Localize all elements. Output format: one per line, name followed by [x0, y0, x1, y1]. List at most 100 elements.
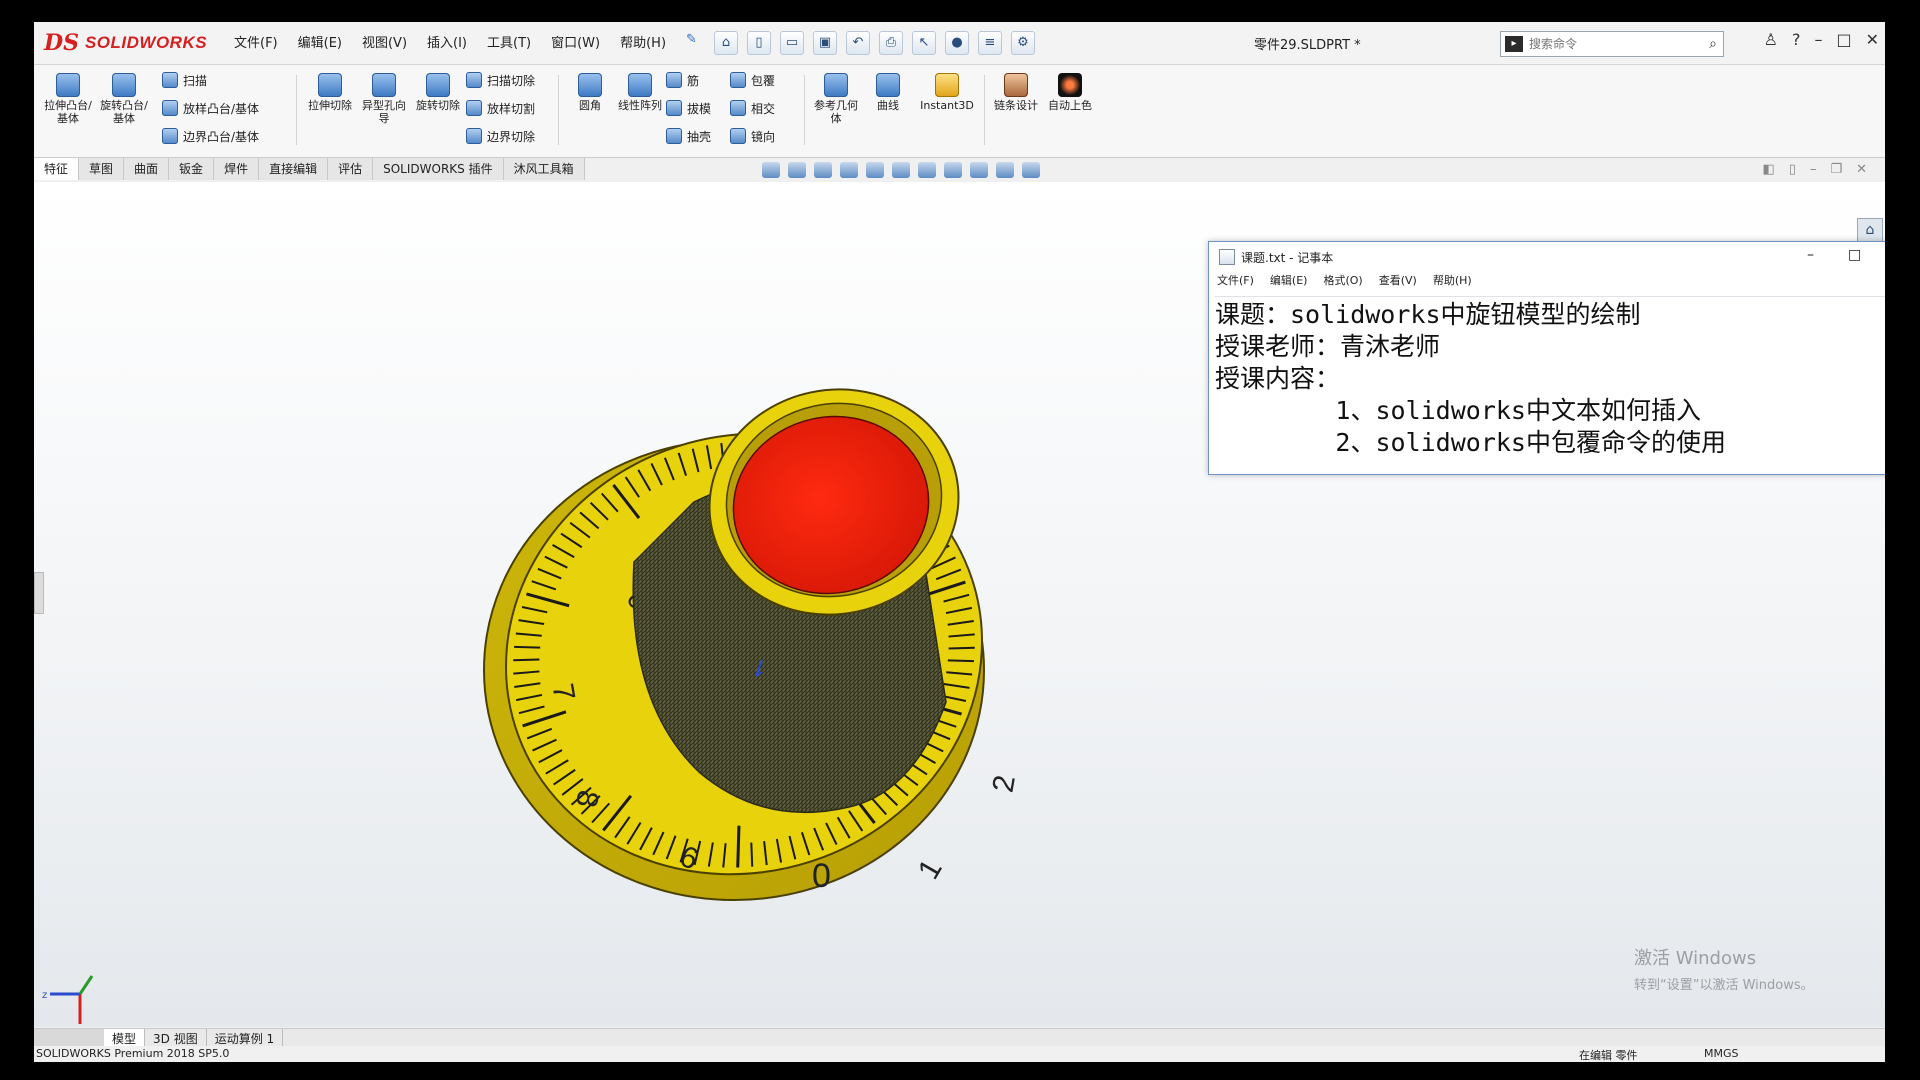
- tab-evaluate[interactable]: 评估: [328, 158, 374, 180]
- menu-edit[interactable]: 编辑(E): [298, 32, 342, 51]
- pane-icon[interactable]: ▯: [1789, 162, 1796, 177]
- reference-geometry-button[interactable]: 参考几何体: [810, 73, 862, 125]
- sweep-button[interactable]: 扫描: [162, 69, 207, 91]
- search-icon[interactable]: ⌕: [1709, 36, 1717, 52]
- chain-design-button[interactable]: 链条设计: [990, 73, 1042, 112]
- view-settings-icon[interactable]: [1022, 162, 1040, 178]
- linear-pattern-button[interactable]: 线性阵列: [614, 73, 666, 112]
- tab-weldments[interactable]: 焊件: [214, 158, 260, 180]
- notepad-text-area[interactable]: 课题：solidworks中旋钮模型的绘制 授课老师：青沐老师 授课内容： 1、…: [1215, 296, 1885, 468]
- undo-icon[interactable]: ↶: [846, 31, 870, 55]
- file-properties-icon[interactable]: ≡: [978, 31, 1002, 55]
- display-style-icon[interactable]: [918, 162, 936, 178]
- menu-tools[interactable]: 工具(T): [487, 32, 531, 51]
- mirror-button[interactable]: 镜向: [730, 125, 775, 147]
- search-input[interactable]: [1527, 36, 1671, 52]
- feature-tree-collapse-handle[interactable]: [34, 572, 44, 614]
- notepad-maximize-icon[interactable]: □: [1848, 247, 1861, 263]
- notepad-menu-format[interactable]: 格式(O): [1323, 272, 1362, 290]
- tab-sheet-metal[interactable]: 钣金: [169, 158, 215, 180]
- minimize-icon[interactable]: –: [1814, 30, 1822, 49]
- open-folder-icon[interactable]: ▭: [780, 31, 804, 55]
- knob-3d-model[interactable]: 0 1 2 6 7 8 6: [394, 302, 1114, 922]
- menu-window[interactable]: 窗口(W): [551, 32, 600, 51]
- user-icon[interactable]: ♙: [1764, 30, 1778, 49]
- save-icon[interactable]: ▣: [813, 31, 837, 55]
- maximize-icon[interactable]: □: [1836, 30, 1851, 49]
- hole-wizard-button[interactable]: 异型孔向导: [358, 73, 410, 125]
- previous-view-icon[interactable]: [814, 162, 832, 178]
- shell-button[interactable]: 抽壳: [666, 125, 711, 147]
- extrude-boss-button[interactable]: 拉伸凸台/基体: [42, 73, 94, 125]
- notepad-title-bar[interactable]: 课题.txt - 记事本 – □ ✕: [1209, 242, 1885, 272]
- notepad-menu-help[interactable]: 帮助(H): [1433, 272, 1472, 290]
- revolve-boss-button[interactable]: 旋转凸台/基体: [98, 73, 150, 125]
- view-orientation-icon[interactable]: [892, 162, 910, 178]
- zoom-to-fit-icon[interactable]: [762, 162, 780, 178]
- rib-button[interactable]: 筋: [666, 69, 699, 91]
- revolve-cut-button[interactable]: 旋转切除: [412, 73, 464, 112]
- tab-surfaces[interactable]: 曲面: [124, 158, 170, 180]
- zoom-to-area-icon[interactable]: [788, 162, 806, 178]
- section-view-icon[interactable]: [840, 162, 858, 178]
- extrude-cut-button[interactable]: 拉伸切除: [304, 73, 356, 112]
- tab-sketch[interactable]: 草图: [79, 158, 125, 180]
- apply-scene-icon[interactable]: [996, 162, 1014, 178]
- boundary-boss-button[interactable]: 边界凸台/基体: [162, 125, 259, 147]
- edit-appearance-icon[interactable]: [970, 162, 988, 178]
- intersect-button[interactable]: 相交: [730, 97, 775, 119]
- new-document-icon[interactable]: ▯: [747, 31, 771, 55]
- auto-color-button[interactable]: 自动上色: [1044, 73, 1096, 112]
- shell-icon: [666, 128, 682, 144]
- menu-insert[interactable]: 插入(I): [427, 32, 467, 51]
- draft-button[interactable]: 拔模: [666, 97, 711, 119]
- home-icon[interactable]: ⌂: [714, 31, 738, 55]
- hide-show-items-icon[interactable]: [944, 162, 962, 178]
- rebuild-icon[interactable]: ●: [945, 31, 969, 55]
- select-cursor-icon[interactable]: ↖: [912, 31, 936, 55]
- tab-mufeng-toolbox[interactable]: 沐风工具箱: [503, 158, 585, 180]
- task-pane-home-icon[interactable]: ⌂: [1857, 218, 1883, 242]
- help-icon[interactable]: ?: [1792, 30, 1801, 49]
- sweep-cut-button[interactable]: 扫描切除: [466, 69, 535, 91]
- tab-3d-view[interactable]: 3D 视图: [145, 1029, 207, 1047]
- notepad-window[interactable]: 课题.txt - 记事本 – □ ✕ 文件(F) 编辑(E) 格式(O) 查看(…: [1208, 241, 1885, 475]
- pin-icon[interactable]: ✎: [686, 32, 697, 51]
- logo-ds: DS: [44, 30, 79, 56]
- menu-view[interactable]: 视图(V): [362, 32, 407, 51]
- viewport-minimize-icon[interactable]: –: [1810, 162, 1817, 177]
- tab-solidworks-addins[interactable]: SOLIDWORKS 插件: [373, 158, 504, 180]
- loft-cut-button[interactable]: 放样切割: [466, 97, 535, 119]
- search-commands-box[interactable]: ▸ ⌕: [1500, 31, 1724, 57]
- notepad-menu-edit[interactable]: 编辑(E): [1270, 272, 1308, 290]
- instant3d-label: Instant3D: [920, 99, 974, 112]
- notepad-menu-view[interactable]: 查看(V): [1379, 272, 1417, 290]
- status-units[interactable]: MMGS: [1704, 1047, 1739, 1060]
- tab-model[interactable]: 模型: [104, 1029, 146, 1047]
- solidworks-logo[interactable]: DS SOLIDWORKS: [44, 26, 207, 60]
- tab-features[interactable]: 特征: [34, 158, 80, 180]
- notepad-menu-file[interactable]: 文件(F): [1217, 272, 1254, 290]
- tab-motion-study[interactable]: 运动算例 1: [207, 1029, 284, 1047]
- close-icon[interactable]: ✕: [1866, 30, 1879, 49]
- document-title: 零件29.SLDPRT *: [1254, 38, 1361, 53]
- auto-color-icon: [1058, 73, 1082, 97]
- print-icon[interactable]: ⎙: [879, 31, 903, 55]
- notepad-minimize-icon[interactable]: –: [1807, 247, 1814, 263]
- dynamic-annotation-icon[interactable]: [866, 162, 884, 178]
- fillet-button[interactable]: 圆角: [564, 73, 616, 112]
- search-scope-icon[interactable]: ▸: [1505, 36, 1523, 52]
- loft-boss-button[interactable]: 放样凸台/基体: [162, 97, 259, 119]
- viewport-restore-icon[interactable]: ❐: [1830, 162, 1842, 177]
- menu-file[interactable]: 文件(F): [234, 32, 278, 51]
- curves-button[interactable]: 曲线: [862, 73, 914, 112]
- options-gear-icon[interactable]: ⚙: [1011, 31, 1035, 55]
- menu-help[interactable]: 帮助(H): [620, 32, 666, 51]
- viewport-close-icon[interactable]: ✕: [1856, 162, 1867, 177]
- boundary-cut-button[interactable]: 边界切除: [466, 125, 535, 147]
- tab-direct-editing[interactable]: 直接编辑: [259, 158, 329, 180]
- tab-scroll-arrows[interactable]: [34, 1029, 104, 1047]
- split-view-icon[interactable]: ◧: [1762, 162, 1774, 177]
- instant3d-button[interactable]: Instant3D: [914, 73, 980, 112]
- wrap-button[interactable]: 包覆: [730, 69, 775, 91]
